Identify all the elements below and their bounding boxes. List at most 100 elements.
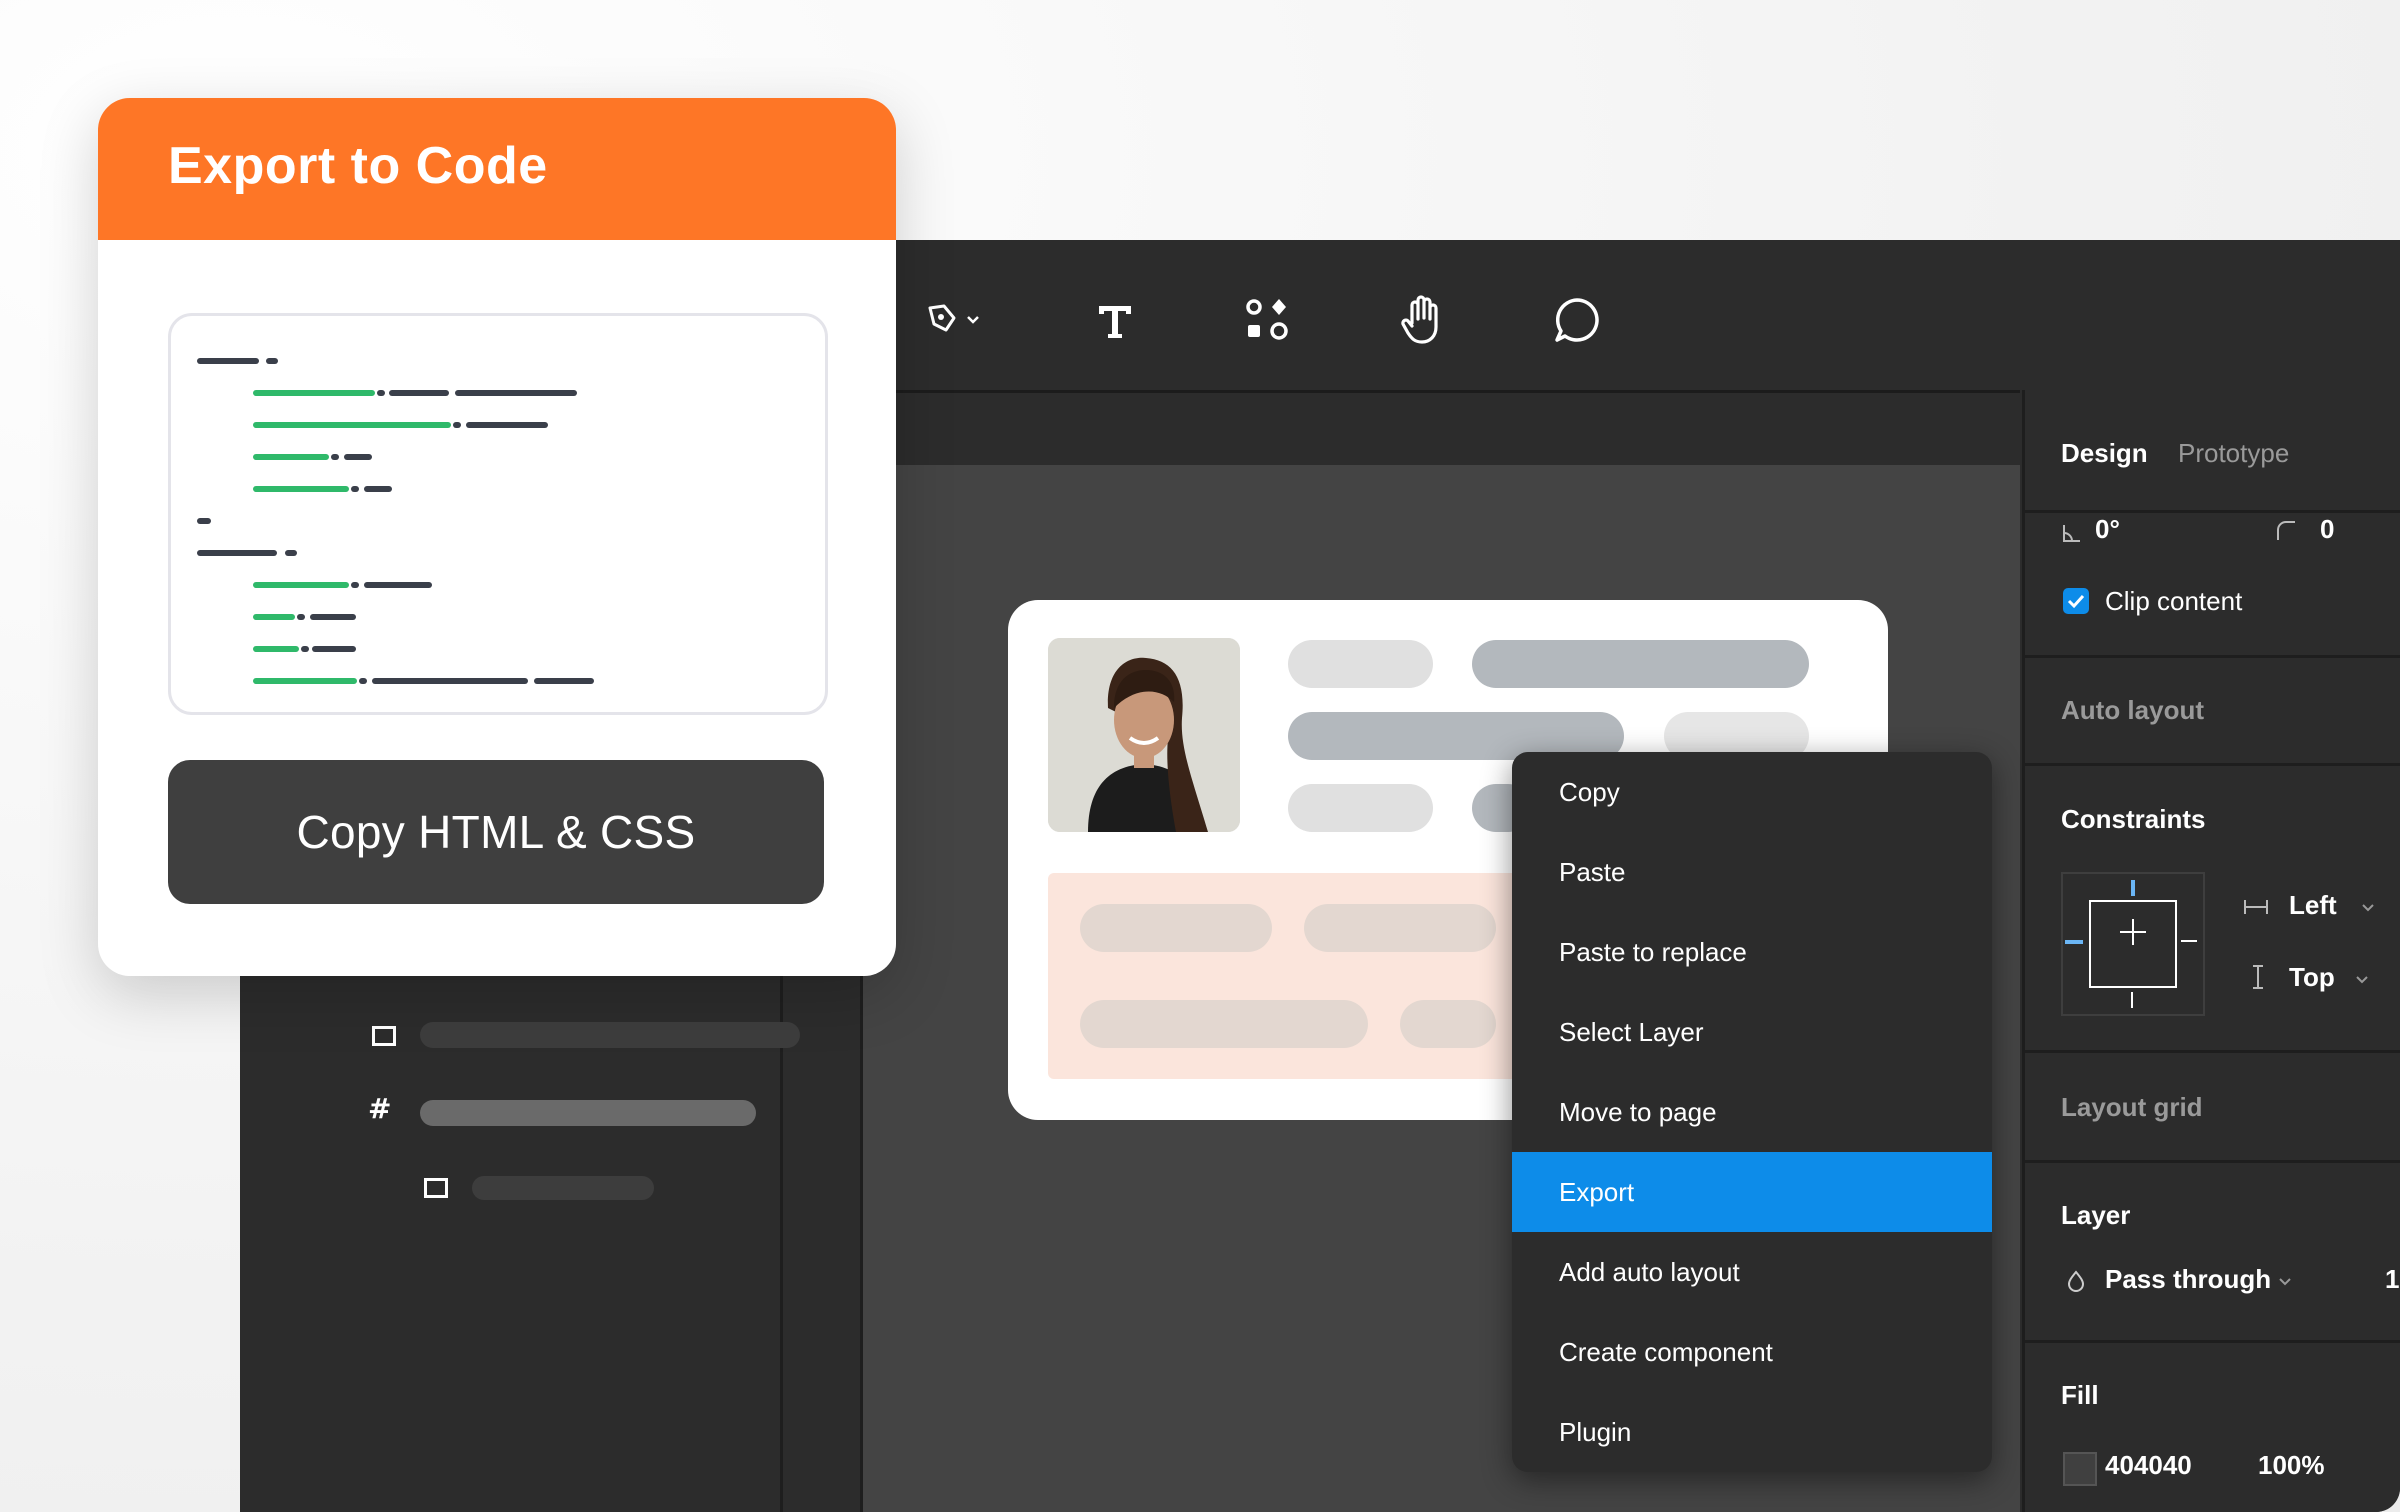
horizontal-constraint-select[interactable]: Left (2289, 890, 2337, 921)
text-placeholder (1080, 1000, 1368, 1048)
export-card-header: Export to Code (98, 98, 896, 240)
panel-divider (2025, 763, 2400, 766)
export-card-title: Export to Code (168, 137, 548, 195)
text-tool-button[interactable] (1080, 285, 1150, 355)
frame-icon: # (368, 1092, 392, 1125)
tab-prototype[interactable]: Prototype (2178, 438, 2289, 469)
code-line (310, 614, 356, 620)
menu-item-create-component[interactable]: Create component (1512, 1312, 1992, 1392)
menu-item-move-to-page[interactable]: Move to page (1512, 1072, 1992, 1152)
code-line (331, 454, 339, 460)
comment-icon (1552, 295, 1602, 345)
rotation-input[interactable]: 0° (2095, 514, 2120, 545)
menu-item-paste-to-replace[interactable]: Paste to replace (1512, 912, 1992, 992)
menu-item-copy[interactable]: Copy (1512, 752, 1992, 832)
constraint-top-indicator[interactable] (2131, 880, 2135, 896)
chevron-down-icon (2361, 900, 2375, 918)
menu-item-export[interactable]: Export (1512, 1152, 1992, 1232)
code-line (253, 614, 295, 620)
components-icon (1242, 295, 1292, 345)
code-line (197, 358, 259, 364)
chevron-down-icon (2278, 1274, 2292, 1292)
vertical-constraint-select[interactable]: Top (2289, 962, 2335, 993)
code-line (197, 518, 211, 524)
code-line (253, 646, 299, 652)
comment-button[interactable] (1542, 285, 1612, 355)
code-line (364, 582, 432, 588)
text-placeholder (1304, 904, 1496, 952)
layer-opacity-input[interactable]: 10 (2385, 1264, 2400, 1295)
fill-opacity-input[interactable]: 100% (2258, 1450, 2325, 1481)
rectangle-icon (424, 1178, 448, 1198)
code-line (197, 550, 277, 556)
constraint-bottom-indicator[interactable] (2131, 992, 2133, 1008)
text-placeholder (1288, 640, 1433, 688)
layer-name-placeholder[interactable] (472, 1176, 654, 1200)
code-line (285, 550, 297, 556)
export-to-code-card: Export to Code Copy HTML & CSS (98, 98, 896, 976)
text-tool-icon (1093, 298, 1137, 342)
tab-design[interactable]: Design (2061, 438, 2148, 469)
panel-divider (2025, 510, 2400, 513)
code-line (253, 422, 451, 428)
context-menu: Copy Paste Paste to replace Select Layer… (1512, 752, 1992, 1472)
text-placeholder (1288, 784, 1433, 832)
constraints-heading: Constraints (2061, 804, 2206, 834)
clip-content-checkbox[interactable] (2063, 588, 2089, 614)
panel-divider (2025, 1340, 2400, 1343)
menu-item-plugin[interactable]: Plugin (1512, 1392, 1992, 1472)
code-line (534, 678, 594, 684)
rectangle-icon (372, 1026, 396, 1046)
components-button[interactable] (1232, 285, 1302, 355)
design-panel: Design Prototype 0° 0 Clip content Auto … (2022, 390, 2400, 1512)
corner-radius-icon (2275, 520, 2297, 547)
code-line (301, 646, 309, 652)
constraint-right-indicator[interactable] (2181, 940, 2197, 942)
text-placeholder (1080, 904, 1272, 952)
code-line (453, 422, 461, 428)
chevron-down-icon (2355, 972, 2369, 990)
constraint-left-indicator[interactable] (2065, 940, 2083, 944)
text-placeholder (1400, 1000, 1496, 1048)
text-placeholder (1472, 640, 1809, 688)
copy-html-css-button[interactable]: Copy HTML & CSS (168, 760, 824, 904)
blend-mode-icon (2067, 1270, 2085, 1297)
code-line (389, 390, 449, 396)
code-line (253, 486, 349, 492)
menu-item-add-auto-layout[interactable]: Add auto layout (1512, 1232, 1992, 1312)
menu-item-paste[interactable]: Paste (1512, 832, 1992, 912)
layer-name-placeholder[interactable] (420, 1022, 800, 1048)
pen-tool-button[interactable] (920, 285, 990, 355)
hand-tool-button[interactable] (1388, 285, 1458, 355)
corner-radius-input[interactable]: 0 (2320, 514, 2334, 545)
hand-tool-icon (1398, 293, 1448, 347)
constraint-cross-v (2132, 919, 2134, 945)
code-line (253, 678, 357, 684)
constraints-widget[interactable] (2061, 872, 2205, 1016)
rotation-icon (2061, 522, 2083, 549)
code-line (312, 646, 356, 652)
panel-divider (2025, 1050, 2400, 1053)
code-preview (168, 313, 828, 715)
panel-divider (2025, 1160, 2400, 1163)
code-line (364, 486, 392, 492)
code-line (253, 390, 375, 396)
auto-layout-heading[interactable]: Auto layout (2061, 695, 2204, 726)
layer-name-placeholder[interactable] (420, 1100, 756, 1126)
code-line (351, 486, 359, 492)
blend-mode-select[interactable]: Pass through (2105, 1264, 2271, 1295)
code-line (455, 390, 577, 396)
code-line (297, 614, 305, 620)
code-line (253, 582, 349, 588)
code-line (344, 454, 372, 460)
code-line (372, 678, 528, 684)
profile-photo (1048, 638, 1240, 832)
code-line (466, 422, 548, 428)
menu-item-select-layer[interactable]: Select Layer (1512, 992, 1992, 1072)
layer-heading: Layer (2061, 1200, 2131, 1230)
fill-color-swatch[interactable] (2063, 1452, 2097, 1486)
layout-grid-heading[interactable]: Layout grid (2061, 1092, 2203, 1123)
fill-hex-input[interactable]: 404040 (2105, 1450, 2192, 1481)
panel-divider (2025, 655, 2400, 658)
code-line (253, 454, 329, 460)
